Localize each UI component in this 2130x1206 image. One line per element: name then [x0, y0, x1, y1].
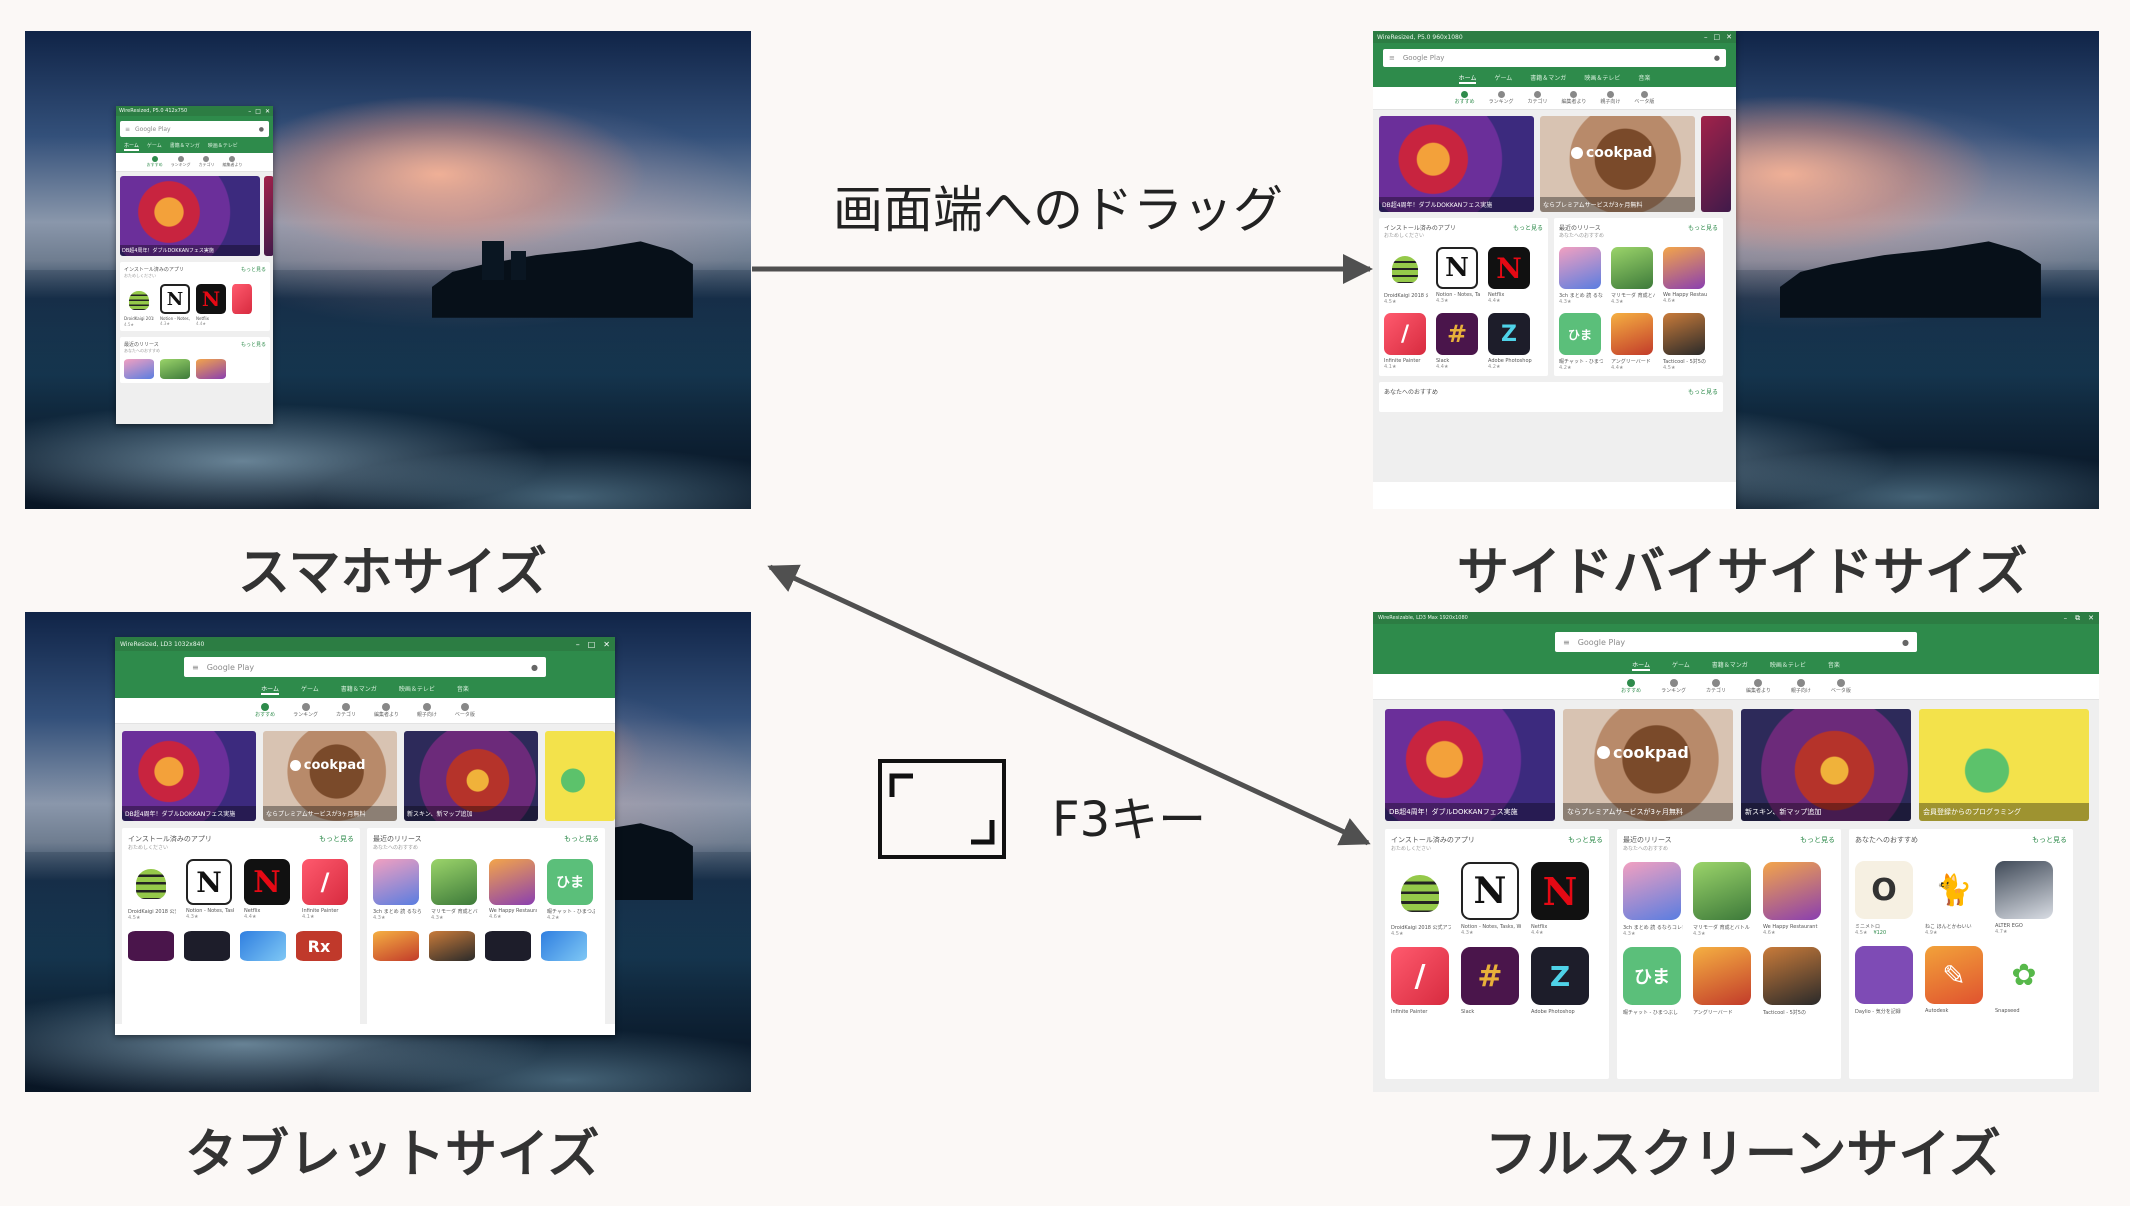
f3-key-label: F3キー — [1052, 792, 1207, 848]
drag-label: 画面端へのドラッグ — [833, 181, 1283, 239]
screen: WireResized, P5.0 412x750 – □ ✕ ≡ Google P… — [0, 0, 2130, 1206]
fullscreen-key-icon — [878, 759, 1006, 859]
